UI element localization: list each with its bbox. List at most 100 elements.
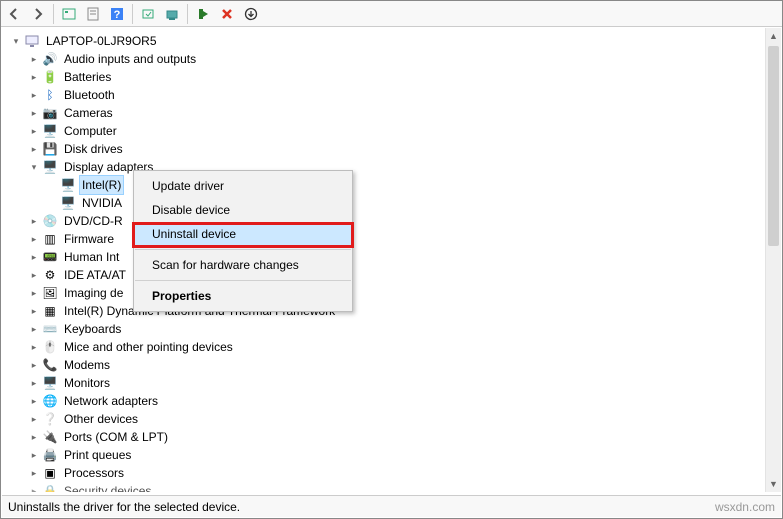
tree-category[interactable]: ▸▣Processors <box>10 464 781 482</box>
caret-right-icon[interactable]: ▸ <box>28 377 40 389</box>
tree-category[interactable]: ▸📞Modems <box>10 356 781 374</box>
ctx-uninstall-device[interactable]: Uninstall device <box>134 222 352 246</box>
toolbar-separator <box>132 4 133 24</box>
tree-category[interactable]: ▸❔Other devices <box>10 410 781 428</box>
caret-right-icon[interactable]: ▸ <box>28 269 40 281</box>
caret-right-icon[interactable]: ▸ <box>28 215 40 227</box>
tree-category[interactable]: ▸▥Firmware <box>10 230 781 248</box>
tree-category[interactable]: ▸📷Cameras <box>10 104 781 122</box>
caret-right-icon[interactable]: ▸ <box>28 431 40 443</box>
category-label: Network adapters <box>62 392 160 410</box>
dvd-icon: 💿 <box>42 213 58 229</box>
ports-icon: 🔌 <box>42 429 58 445</box>
back-button[interactable] <box>3 3 25 25</box>
processor-icon: ▣ <box>42 465 58 481</box>
tree-device-nvidia[interactable]: 🖥️NVIDIA <box>10 194 781 212</box>
svg-text:?: ? <box>114 9 121 21</box>
caret-down-icon[interactable]: ▾ <box>28 161 40 173</box>
ctx-disable-device[interactable]: Disable device <box>134 198 352 222</box>
ctx-properties[interactable]: Properties <box>134 284 352 308</box>
tree-category[interactable]: ▸▦Intel(R) Dynamic Platform and Thermal … <box>10 302 781 320</box>
caret-right-icon[interactable]: ▸ <box>28 233 40 245</box>
tree-category[interactable]: ▸🔒Security devices <box>10 482 781 492</box>
scroll-thumb[interactable] <box>768 46 779 246</box>
tree-category[interactable]: ▸🖱️Mice and other pointing devices <box>10 338 781 356</box>
tree-category[interactable]: ▸🖨️Print queues <box>10 446 781 464</box>
tree-category[interactable]: ▸💾Disk drives <box>10 140 781 158</box>
network-icon: 🌐 <box>42 393 58 409</box>
scroll-down-button[interactable]: ▼ <box>766 476 781 492</box>
caret-down-icon[interactable]: ▾ <box>10 35 22 47</box>
caret-right-icon[interactable]: ▸ <box>28 359 40 371</box>
vertical-scrollbar[interactable]: ▲ ▼ <box>765 28 781 492</box>
status-bar: Uninstalls the driver for the selected d… <box>2 495 781 517</box>
caret-right-icon[interactable]: ▸ <box>28 143 40 155</box>
properties-button[interactable] <box>82 3 104 25</box>
other-icon: ❔ <box>42 411 58 427</box>
category-label: Audio inputs and outputs <box>62 50 198 68</box>
caret-right-icon[interactable]: ▸ <box>28 395 40 407</box>
caret-right-icon[interactable]: ▸ <box>28 341 40 353</box>
tree-device-intel[interactable]: 🖥️Intel(R) <box>10 176 781 194</box>
tree-category[interactable]: ▸💿DVD/CD-R <box>10 212 781 230</box>
uninstall-button[interactable] <box>216 3 238 25</box>
display-adapter-icon: 🖥️ <box>60 177 76 193</box>
caret-right-icon[interactable]: ▸ <box>28 449 40 461</box>
category-label: Computer <box>62 122 119 140</box>
forward-button[interactable] <box>27 3 49 25</box>
category-label: Mice and other pointing devices <box>62 338 235 356</box>
category-label: Disk drives <box>62 140 125 158</box>
update-driver-button[interactable] <box>161 3 183 25</box>
caret-right-icon[interactable]: ▸ <box>28 71 40 83</box>
tree-category[interactable]: ▸⌨️Keyboards <box>10 320 781 338</box>
category-label: Monitors <box>62 374 112 392</box>
device-tree[interactable]: ▾ LAPTOP-0LJR9OR5 ▸🔊Audio inputs and out… <box>2 28 781 492</box>
caret-right-icon[interactable]: ▸ <box>28 251 40 263</box>
caret-right-icon[interactable]: ▸ <box>28 305 40 317</box>
tree-category[interactable]: ▸🔊Audio inputs and outputs <box>10 50 781 68</box>
category-label: Processors <box>62 464 126 482</box>
caret-right-icon[interactable]: ▸ <box>28 323 40 335</box>
ctx-separator <box>135 249 351 250</box>
tree-category[interactable]: ▸🖥️Monitors <box>10 374 781 392</box>
ctx-scan-hardware[interactable]: Scan for hardware changes <box>134 253 352 277</box>
display-adapter-icon: 🖥️ <box>42 159 58 175</box>
status-text: Uninstalls the driver for the selected d… <box>8 500 240 514</box>
caret-right-icon[interactable]: ▸ <box>28 107 40 119</box>
tree-category[interactable]: ▸🔌Ports (COM & LPT) <box>10 428 781 446</box>
imaging-icon: 🖼 <box>42 285 58 301</box>
caret-right-icon[interactable]: ▸ <box>28 89 40 101</box>
tree-root[interactable]: ▾ LAPTOP-0LJR9OR5 <box>10 32 781 50</box>
toolbar: ? <box>1 1 782 27</box>
caret-right-icon[interactable]: ▸ <box>28 53 40 65</box>
tree-category[interactable]: ▸⚙IDE ATA/AT <box>10 266 781 284</box>
category-label: DVD/CD-R <box>62 212 125 230</box>
scroll-up-button[interactable]: ▲ <box>766 28 781 44</box>
computer-icon <box>24 33 40 49</box>
caret-right-icon[interactable]: ▸ <box>28 287 40 299</box>
tree-category-display-adapters[interactable]: ▾🖥️Display adapters <box>10 158 781 176</box>
enable-button[interactable] <box>192 3 214 25</box>
caret-right-icon[interactable]: ▸ <box>28 467 40 479</box>
category-label: Ports (COM & LPT) <box>62 428 170 446</box>
ctx-update-driver[interactable]: Update driver <box>134 174 352 198</box>
caret-right-icon[interactable]: ▸ <box>28 413 40 425</box>
modem-icon: 📞 <box>42 357 58 373</box>
tree-category[interactable]: ▸🔋Batteries <box>10 68 781 86</box>
tree-category[interactable]: ▸ᛒBluetooth <box>10 86 781 104</box>
tree-category[interactable]: ▸📟Human Int <box>10 248 781 266</box>
caret-right-icon[interactable]: ▸ <box>28 485 40 492</box>
device-label: Intel(R) <box>80 176 123 194</box>
caret-right-icon[interactable]: ▸ <box>28 125 40 137</box>
scan-button[interactable] <box>137 3 159 25</box>
tree-category[interactable]: ▸🌐Network adapters <box>10 392 781 410</box>
device-label: NVIDIA <box>80 194 124 212</box>
tree-category[interactable]: ▸🖥️Computer <box>10 122 781 140</box>
monitor-icon: 🖥️ <box>42 375 58 391</box>
help-button[interactable]: ? <box>106 3 128 25</box>
down-button[interactable] <box>240 3 262 25</box>
tree-category[interactable]: ▸🖼Imaging de <box>10 284 781 302</box>
bluetooth-icon: ᛒ <box>42 87 58 103</box>
display-adapter-icon: 🖥️ <box>60 195 76 211</box>
show-hidden-button[interactable] <box>58 3 80 25</box>
